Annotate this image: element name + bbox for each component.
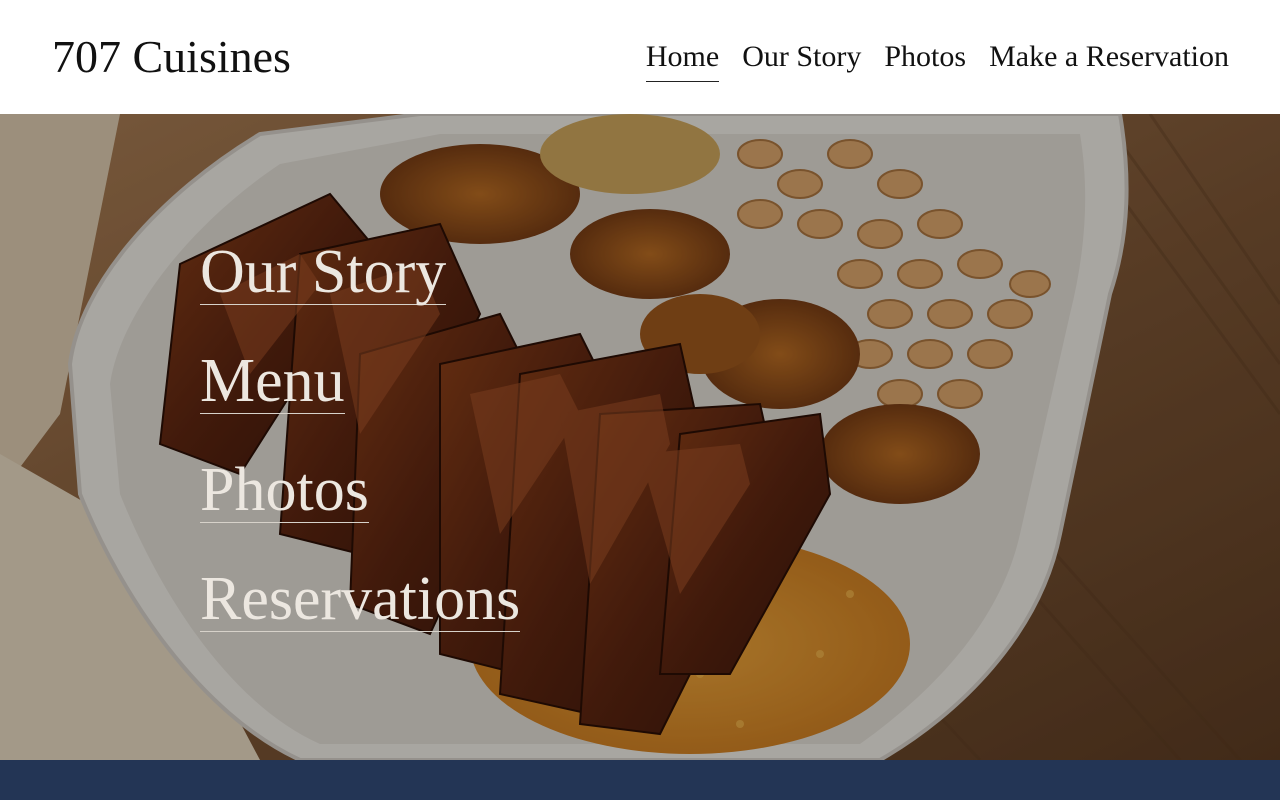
hero-section: Our Story Menu Photos Reservations	[0, 114, 1280, 760]
main-nav: Home Our Story Photos Make a Reservation	[645, 38, 1229, 82]
nav-photos[interactable]: Photos	[884, 38, 966, 82]
hero-link-list: Our Story Menu Photos Reservations	[200, 240, 521, 676]
nav-our-story[interactable]: Our Story	[742, 38, 861, 82]
hero-link-menu[interactable]: Menu	[200, 349, 345, 414]
hero-link-reservations[interactable]: Reservations	[200, 567, 521, 632]
site-header: 707 Cuisines Home Our Story Photos Make …	[0, 0, 1280, 114]
nav-home[interactable]: Home	[645, 38, 720, 82]
hero-link-photos[interactable]: Photos	[200, 458, 369, 523]
nav-make-a-reservation[interactable]: Make a Reservation	[989, 38, 1229, 82]
site-title-link[interactable]: 707 Cuisines	[52, 30, 291, 84]
hero-link-our-story[interactable]: Our Story	[200, 240, 447, 305]
hero-dim-overlay	[0, 114, 1280, 760]
footer-band	[0, 760, 1280, 800]
